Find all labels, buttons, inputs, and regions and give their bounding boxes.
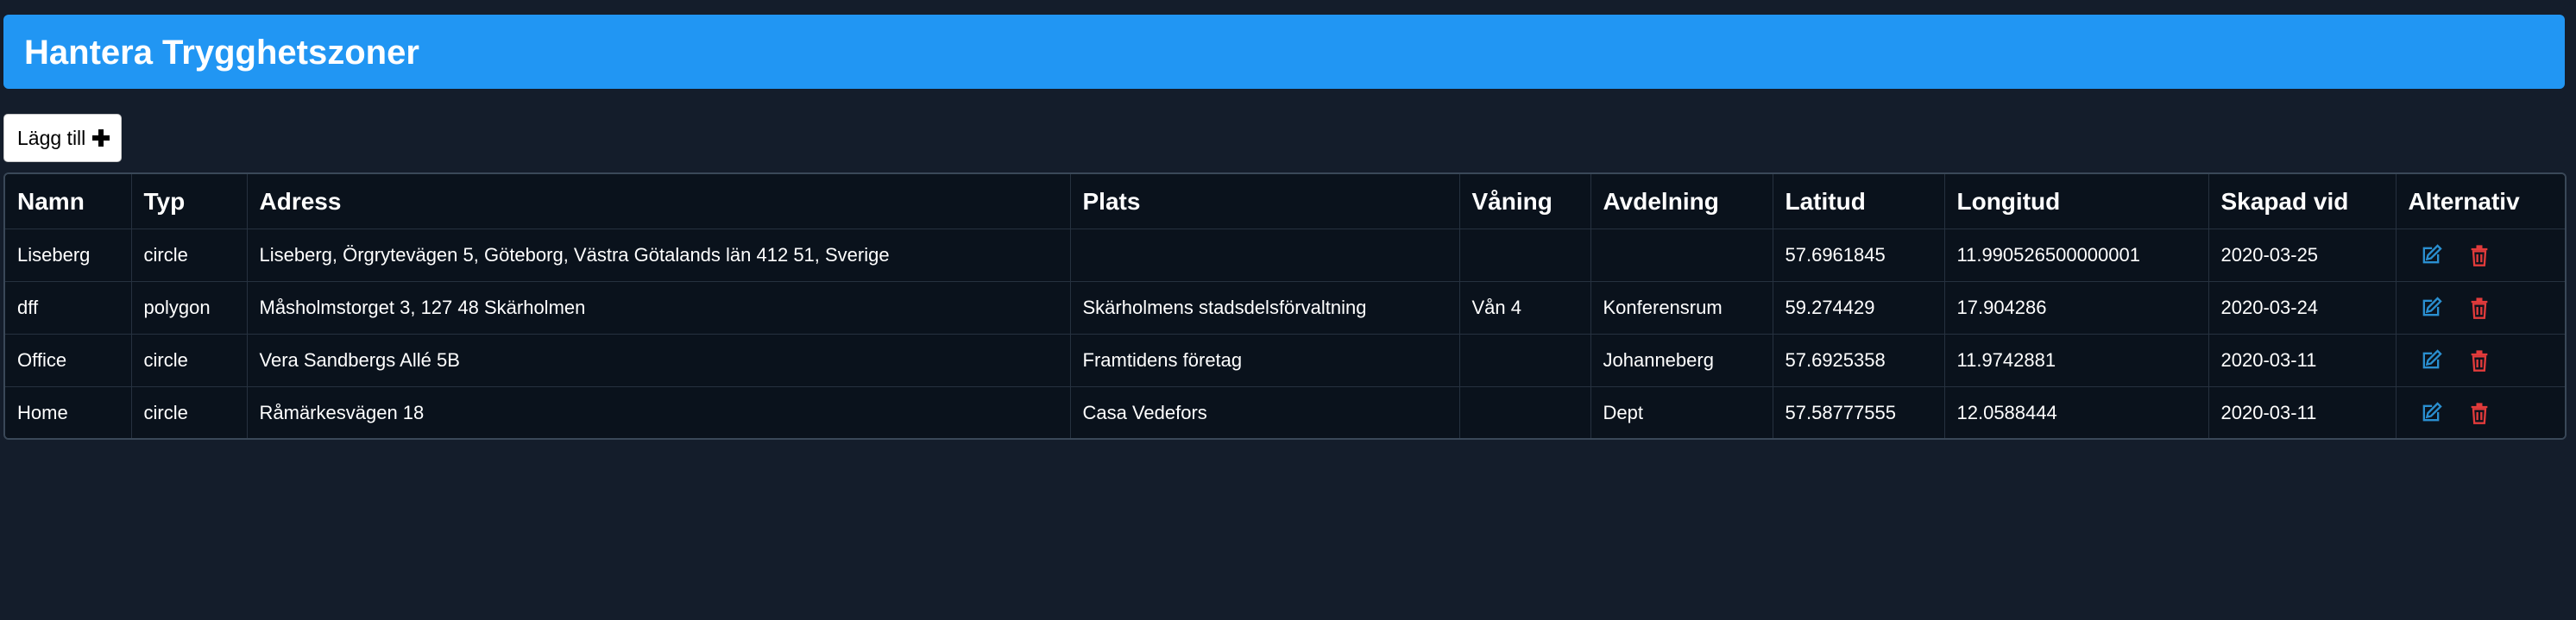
cell-vaning: Vån 4 — [1459, 281, 1591, 335]
trash-icon[interactable] — [2467, 401, 2491, 425]
table-row[interactable]: Office circle Vera Sandbergs Allé 5B Fra… — [5, 334, 2565, 387]
column-header-plats[interactable]: Plats — [1070, 174, 1460, 229]
cell-longitud: 11.990526500000001 — [1944, 229, 2209, 282]
cell-adress: Råmärkesvägen 18 — [247, 386, 1071, 438]
cell-plats: Casa Vedefors — [1070, 386, 1460, 438]
cell-alternativ — [2396, 387, 2565, 439]
cell-namn: dff — [5, 281, 132, 335]
column-header-namn[interactable]: Namn — [5, 174, 132, 229]
cell-vaning — [1459, 334, 1591, 387]
cell-skapad-vid: 2020-03-25 — [2208, 229, 2396, 282]
page-header: Hantera Trygghetszoner — [3, 15, 2565, 89]
edit-icon[interactable] — [2419, 401, 2443, 425]
cell-alternativ — [2396, 229, 2565, 282]
column-header-avdelning[interactable]: Avdelning — [1590, 174, 1773, 229]
cell-vaning — [1459, 229, 1591, 282]
cell-vaning — [1459, 386, 1591, 438]
page-title: Hantera Trygghetszoner — [24, 34, 419, 72]
cell-typ: circle — [131, 386, 248, 438]
cell-longitud: 11.9742881 — [1944, 334, 2209, 387]
table-header-row: Namn Typ Adress Plats Våning Avdelning L… — [5, 174, 2565, 229]
cell-namn: Liseberg — [5, 229, 132, 282]
cell-skapad-vid: 2020-03-11 — [2208, 386, 2396, 438]
table-row[interactable]: Home circle Råmärkesvägen 18 Casa Vedefo… — [5, 386, 2565, 439]
table-row[interactable]: Liseberg circle Liseberg, Örgrytevägen 5… — [5, 229, 2565, 282]
trash-icon[interactable] — [2467, 243, 2491, 267]
trash-icon[interactable] — [2467, 348, 2491, 373]
cell-plats: Framtidens företag — [1070, 334, 1460, 387]
cell-latitud: 57.6961845 — [1773, 229, 1945, 282]
column-header-skapad-vid[interactable]: Skapad vid — [2208, 174, 2396, 229]
cell-avdelning — [1590, 229, 1773, 282]
table-row[interactable]: dff polygon Måsholmstorget 3, 127 48 Skä… — [5, 281, 2565, 335]
cell-avdelning: Johanneberg — [1590, 334, 1773, 387]
cell-adress: Vera Sandbergs Allé 5B — [247, 334, 1071, 387]
cell-longitud: 12.0588444 — [1944, 386, 2209, 438]
edit-icon[interactable] — [2419, 296, 2443, 320]
column-header-alternativ: Alternativ — [2396, 174, 2565, 229]
zones-table: Namn Typ Adress Plats Våning Avdelning L… — [3, 172, 2567, 440]
add-zone-button[interactable]: Lägg till — [3, 114, 122, 162]
cell-alternativ — [2396, 334, 2565, 387]
column-header-longitud[interactable]: Longitud — [1944, 174, 2209, 229]
cell-adress: Måsholmstorget 3, 127 48 Skärholmen — [247, 281, 1071, 335]
cell-namn: Office — [5, 334, 132, 387]
cell-avdelning: Dept — [1590, 386, 1773, 438]
cell-longitud: 17.904286 — [1944, 281, 2209, 335]
column-header-typ[interactable]: Typ — [131, 174, 248, 229]
cell-typ: circle — [131, 229, 248, 282]
cell-skapad-vid: 2020-03-24 — [2208, 281, 2396, 335]
cell-plats — [1070, 229, 1460, 282]
cell-plats: Skärholmens stadsdelsförvaltning — [1070, 281, 1460, 335]
cell-latitud: 57.58777555 — [1773, 386, 1945, 438]
add-button-label: Lägg till — [17, 126, 86, 149]
cell-alternativ — [2396, 281, 2565, 335]
plus-icon — [92, 129, 110, 147]
cell-typ: circle — [131, 334, 248, 387]
cell-typ: polygon — [131, 281, 248, 335]
cell-adress: Liseberg, Örgrytevägen 5, Göteborg, Väst… — [247, 229, 1071, 282]
trash-icon[interactable] — [2467, 296, 2491, 320]
column-header-vaning[interactable]: Våning — [1459, 174, 1591, 229]
cell-latitud: 57.6925358 — [1773, 334, 1945, 387]
edit-icon[interactable] — [2419, 348, 2443, 373]
column-header-latitud[interactable]: Latitud — [1773, 174, 1945, 229]
cell-avdelning: Konferensrum — [1590, 281, 1773, 335]
column-header-adress[interactable]: Adress — [247, 174, 1071, 229]
cell-skapad-vid: 2020-03-11 — [2208, 334, 2396, 387]
edit-icon[interactable] — [2419, 243, 2443, 267]
cell-latitud: 59.274429 — [1773, 281, 1945, 335]
cell-namn: Home — [5, 386, 132, 438]
